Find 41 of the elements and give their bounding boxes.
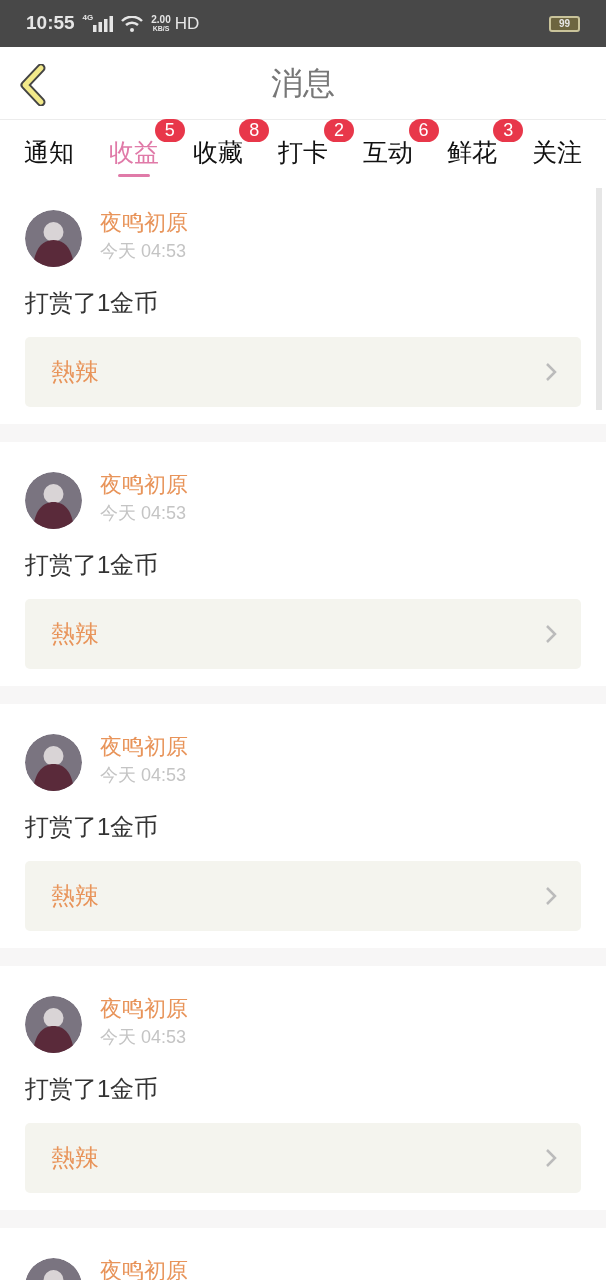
avatar — [25, 734, 82, 791]
chevron-right-icon — [545, 624, 557, 644]
message-text: 打赏了1金币 — [25, 550, 160, 580]
chevron-right-icon — [545, 886, 557, 906]
message-time: 今天 04:53 — [100, 240, 188, 263]
count-badge: 6 — [408, 119, 439, 142]
message-text: 打赏了1金币 — [25, 1074, 160, 1104]
post-link[interactable]: 熱辣 — [25, 861, 581, 931]
post-link[interactable]: 熱辣 — [25, 599, 581, 669]
user-name[interactable]: 夜鸣初原 — [100, 994, 188, 1024]
tab[interactable]: 通知 — [24, 124, 74, 180]
back-icon — [17, 64, 47, 106]
count-badge: 5 — [154, 119, 185, 142]
battery-indicator: 99 — [549, 15, 580, 32]
network-speed: 2.00 — [151, 15, 171, 25]
avatar — [25, 472, 82, 529]
count-badge: 2 — [323, 119, 354, 142]
user-name[interactable]: 夜鸣初原 — [100, 208, 188, 238]
network-type: 4G — [82, 11, 94, 24]
message-text: 打赏了1金币 — [25, 288, 160, 318]
hd-label: HD — [174, 12, 200, 35]
post-link[interactable]: 熱辣 — [25, 1123, 581, 1193]
count-badge: 3 — [493, 119, 524, 142]
count-badge: 8 — [239, 119, 270, 142]
message-time: 今天 04:53 — [100, 764, 188, 787]
page-title: 消息 — [271, 64, 335, 103]
message-time: 今天 04:53 — [100, 502, 188, 525]
chevron-right-icon — [545, 1148, 557, 1168]
user-name[interactable]: 夜鸣初原 — [100, 732, 188, 762]
chevron-right-icon — [545, 362, 557, 382]
message-time: 今天 04:53 — [100, 1026, 188, 1049]
clock: 10:55 — [26, 11, 75, 36]
user-name[interactable]: 夜鸣初原 — [100, 470, 188, 500]
signal-icon — [93, 15, 114, 32]
tab[interactable]: 关注 — [531, 124, 582, 180]
wifi-icon — [121, 15, 144, 32]
tab-indicator — [117, 174, 150, 177]
avatar — [25, 210, 82, 267]
post-link[interactable]: 熱辣 — [25, 337, 581, 407]
avatar — [25, 996, 82, 1053]
message-text: 打赏了1金币 — [25, 812, 160, 842]
